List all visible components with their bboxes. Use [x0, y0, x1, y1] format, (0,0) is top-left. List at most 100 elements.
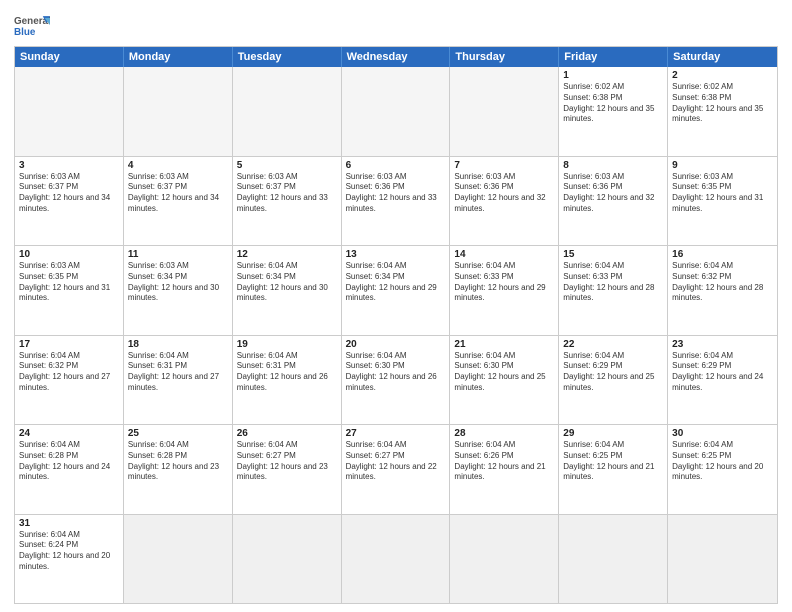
- calendar-cell: 20Sunrise: 6:04 AM Sunset: 6:30 PM Dayli…: [342, 336, 451, 425]
- cell-sun-info: Sunrise: 6:02 AM Sunset: 6:38 PM Dayligh…: [563, 82, 663, 125]
- cell-sun-info: Sunrise: 6:04 AM Sunset: 6:28 PM Dayligh…: [128, 440, 228, 483]
- day-number: 30: [672, 428, 773, 439]
- calendar-cell: [668, 515, 777, 604]
- day-number: 10: [19, 249, 119, 260]
- day-number: 8: [563, 160, 663, 171]
- calendar-week-row: 1Sunrise: 6:02 AM Sunset: 6:38 PM Daylig…: [15, 67, 777, 157]
- calendar-cell: 7Sunrise: 6:03 AM Sunset: 6:36 PM Daylig…: [450, 157, 559, 246]
- calendar-cell: 1Sunrise: 6:02 AM Sunset: 6:38 PM Daylig…: [559, 67, 668, 156]
- calendar-cell: [450, 515, 559, 604]
- calendar-cell: 8Sunrise: 6:03 AM Sunset: 6:36 PM Daylig…: [559, 157, 668, 246]
- calendar-cell: [124, 67, 233, 156]
- cell-sun-info: Sunrise: 6:03 AM Sunset: 6:36 PM Dayligh…: [563, 172, 663, 215]
- cell-sun-info: Sunrise: 6:04 AM Sunset: 6:27 PM Dayligh…: [346, 440, 446, 483]
- cell-sun-info: Sunrise: 6:03 AM Sunset: 6:35 PM Dayligh…: [19, 261, 119, 304]
- cell-sun-info: Sunrise: 6:04 AM Sunset: 6:32 PM Dayligh…: [19, 351, 119, 394]
- day-number: 21: [454, 339, 554, 350]
- cell-sun-info: Sunrise: 6:04 AM Sunset: 6:30 PM Dayligh…: [454, 351, 554, 394]
- day-number: 27: [346, 428, 446, 439]
- day-number: 16: [672, 249, 773, 260]
- calendar-cell: 3Sunrise: 6:03 AM Sunset: 6:37 PM Daylig…: [15, 157, 124, 246]
- calendar-cell: 16Sunrise: 6:04 AM Sunset: 6:32 PM Dayli…: [668, 246, 777, 335]
- day-number: 5: [237, 160, 337, 171]
- calendar-cell: 23Sunrise: 6:04 AM Sunset: 6:29 PM Dayli…: [668, 336, 777, 425]
- cell-sun-info: Sunrise: 6:03 AM Sunset: 6:34 PM Dayligh…: [128, 261, 228, 304]
- day-number: 7: [454, 160, 554, 171]
- calendar-week-row: 3Sunrise: 6:03 AM Sunset: 6:37 PM Daylig…: [15, 157, 777, 247]
- calendar-cell: 15Sunrise: 6:04 AM Sunset: 6:33 PM Dayli…: [559, 246, 668, 335]
- calendar-week-row: 24Sunrise: 6:04 AM Sunset: 6:28 PM Dayli…: [15, 425, 777, 515]
- day-number: 15: [563, 249, 663, 260]
- cell-sun-info: Sunrise: 6:04 AM Sunset: 6:27 PM Dayligh…: [237, 440, 337, 483]
- calendar-cell: 17Sunrise: 6:04 AM Sunset: 6:32 PM Dayli…: [15, 336, 124, 425]
- day-number: 25: [128, 428, 228, 439]
- cell-sun-info: Sunrise: 6:04 AM Sunset: 6:34 PM Dayligh…: [237, 261, 337, 304]
- cell-sun-info: Sunrise: 6:03 AM Sunset: 6:37 PM Dayligh…: [19, 172, 119, 215]
- day-number: 29: [563, 428, 663, 439]
- calendar-cell: 10Sunrise: 6:03 AM Sunset: 6:35 PM Dayli…: [15, 246, 124, 335]
- calendar-cell: [450, 67, 559, 156]
- calendar-cell: 14Sunrise: 6:04 AM Sunset: 6:33 PM Dayli…: [450, 246, 559, 335]
- day-number: 26: [237, 428, 337, 439]
- cell-sun-info: Sunrise: 6:03 AM Sunset: 6:36 PM Dayligh…: [346, 172, 446, 215]
- day-of-week-header: Wednesday: [342, 47, 451, 67]
- calendar-cell: 12Sunrise: 6:04 AM Sunset: 6:34 PM Dayli…: [233, 246, 342, 335]
- calendar-cell: 2Sunrise: 6:02 AM Sunset: 6:38 PM Daylig…: [668, 67, 777, 156]
- calendar-cell: 24Sunrise: 6:04 AM Sunset: 6:28 PM Dayli…: [15, 425, 124, 514]
- day-of-week-header: Thursday: [450, 47, 559, 67]
- calendar-cell: 18Sunrise: 6:04 AM Sunset: 6:31 PM Dayli…: [124, 336, 233, 425]
- day-number: 23: [672, 339, 773, 350]
- calendar-cell: 26Sunrise: 6:04 AM Sunset: 6:27 PM Dayli…: [233, 425, 342, 514]
- top-section: General Blue: [14, 12, 778, 40]
- page: General Blue SundayMondayTuesdayWednesda…: [0, 0, 792, 612]
- calendar-cell: 6Sunrise: 6:03 AM Sunset: 6:36 PM Daylig…: [342, 157, 451, 246]
- day-of-week-header: Tuesday: [233, 47, 342, 67]
- calendar-body: 1Sunrise: 6:02 AM Sunset: 6:38 PM Daylig…: [15, 67, 777, 603]
- cell-sun-info: Sunrise: 6:04 AM Sunset: 6:28 PM Dayligh…: [19, 440, 119, 483]
- calendar-cell: 27Sunrise: 6:04 AM Sunset: 6:27 PM Dayli…: [342, 425, 451, 514]
- day-of-week-header: Friday: [559, 47, 668, 67]
- day-number: 17: [19, 339, 119, 350]
- day-number: 20: [346, 339, 446, 350]
- calendar-cell: 28Sunrise: 6:04 AM Sunset: 6:26 PM Dayli…: [450, 425, 559, 514]
- day-number: 3: [19, 160, 119, 171]
- day-number: 12: [237, 249, 337, 260]
- day-number: 24: [19, 428, 119, 439]
- day-number: 14: [454, 249, 554, 260]
- day-number: 28: [454, 428, 554, 439]
- cell-sun-info: Sunrise: 6:04 AM Sunset: 6:31 PM Dayligh…: [237, 351, 337, 394]
- day-number: 19: [237, 339, 337, 350]
- day-of-week-header: Sunday: [15, 47, 124, 67]
- calendar-cell: 21Sunrise: 6:04 AM Sunset: 6:30 PM Dayli…: [450, 336, 559, 425]
- day-number: 6: [346, 160, 446, 171]
- cell-sun-info: Sunrise: 6:04 AM Sunset: 6:29 PM Dayligh…: [672, 351, 773, 394]
- calendar-cell: [233, 515, 342, 604]
- day-of-week-header: Saturday: [668, 47, 777, 67]
- cell-sun-info: Sunrise: 6:04 AM Sunset: 6:24 PM Dayligh…: [19, 530, 119, 573]
- calendar-cell: 31Sunrise: 6:04 AM Sunset: 6:24 PM Dayli…: [15, 515, 124, 604]
- svg-text:Blue: Blue: [14, 27, 36, 38]
- day-number: 4: [128, 160, 228, 171]
- cell-sun-info: Sunrise: 6:04 AM Sunset: 6:33 PM Dayligh…: [563, 261, 663, 304]
- calendar-header: SundayMondayTuesdayWednesdayThursdayFrid…: [15, 47, 777, 67]
- logo-icon: General Blue: [14, 12, 50, 40]
- cell-sun-info: Sunrise: 6:04 AM Sunset: 6:30 PM Dayligh…: [346, 351, 446, 394]
- calendar-cell: 22Sunrise: 6:04 AM Sunset: 6:29 PM Dayli…: [559, 336, 668, 425]
- calendar-week-row: 31Sunrise: 6:04 AM Sunset: 6:24 PM Dayli…: [15, 515, 777, 604]
- cell-sun-info: Sunrise: 6:04 AM Sunset: 6:26 PM Dayligh…: [454, 440, 554, 483]
- cell-sun-info: Sunrise: 6:02 AM Sunset: 6:38 PM Dayligh…: [672, 82, 773, 125]
- day-number: 22: [563, 339, 663, 350]
- calendar-cell: 19Sunrise: 6:04 AM Sunset: 6:31 PM Dayli…: [233, 336, 342, 425]
- calendar-cell: 9Sunrise: 6:03 AM Sunset: 6:35 PM Daylig…: [668, 157, 777, 246]
- day-number: 9: [672, 160, 773, 171]
- calendar-cell: [342, 515, 451, 604]
- logo: General Blue: [14, 12, 50, 40]
- calendar-week-row: 10Sunrise: 6:03 AM Sunset: 6:35 PM Dayli…: [15, 246, 777, 336]
- calendar-cell: [342, 67, 451, 156]
- cell-sun-info: Sunrise: 6:03 AM Sunset: 6:37 PM Dayligh…: [128, 172, 228, 215]
- day-number: 1: [563, 70, 663, 81]
- cell-sun-info: Sunrise: 6:04 AM Sunset: 6:25 PM Dayligh…: [563, 440, 663, 483]
- calendar-cell: [233, 67, 342, 156]
- cell-sun-info: Sunrise: 6:03 AM Sunset: 6:35 PM Dayligh…: [672, 172, 773, 215]
- calendar-cell: 4Sunrise: 6:03 AM Sunset: 6:37 PM Daylig…: [124, 157, 233, 246]
